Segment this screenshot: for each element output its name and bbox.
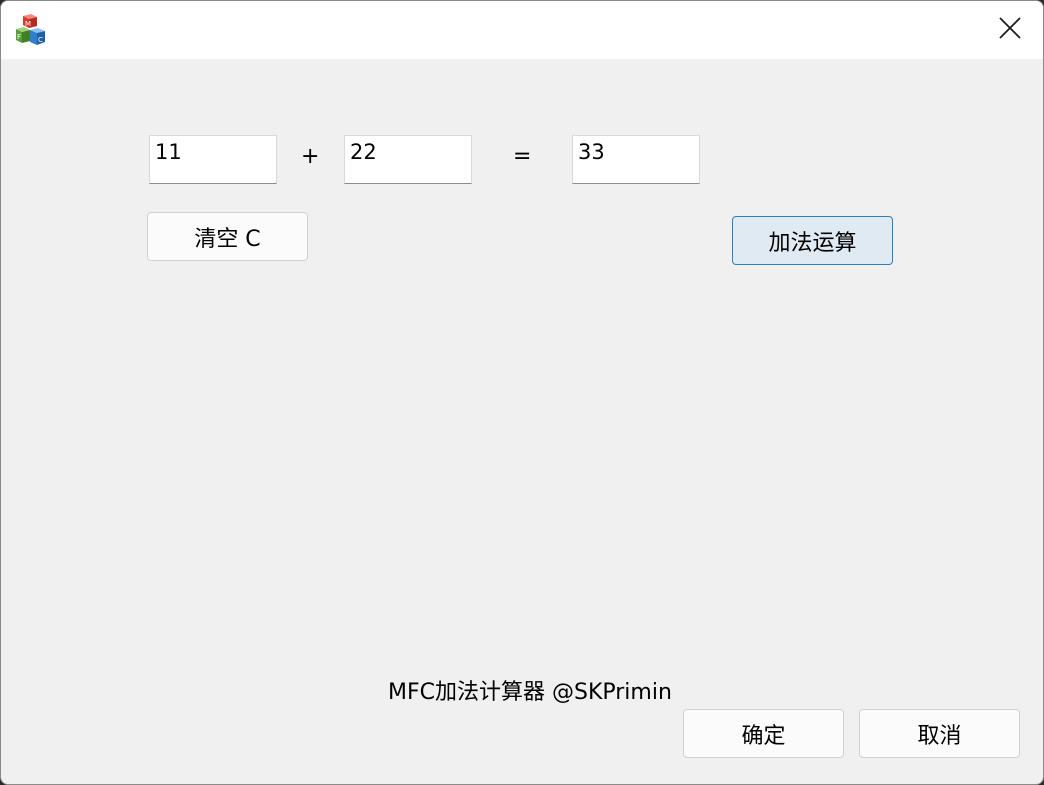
operand1-field[interactable]: 11 xyxy=(149,135,277,184)
result-field[interactable]: 33 xyxy=(572,135,700,184)
operand2-field[interactable]: 22 xyxy=(344,135,472,184)
clear-button[interactable]: 清空 C xyxy=(147,212,308,261)
ok-button[interactable]: 确定 xyxy=(683,709,844,758)
close-button[interactable] xyxy=(977,1,1043,59)
close-icon xyxy=(999,17,1021,43)
svg-text:F: F xyxy=(17,33,21,41)
footer-caption: MFC加法计算器 @SKPrimin xyxy=(388,680,672,705)
plus-sign: + xyxy=(301,144,320,169)
title-bar[interactable]: M F C xyxy=(1,1,1043,59)
add-button[interactable]: 加法运算 xyxy=(732,216,893,265)
dialog-window: M F C 11 + 22 = 33 清空 C 加法运算 MFC加法计算器 @S… xyxy=(0,0,1044,785)
mfc-app-icon: M F C xyxy=(15,14,47,46)
svg-text:M: M xyxy=(25,20,31,28)
equals-sign: = xyxy=(513,144,532,169)
svg-text:C: C xyxy=(38,36,43,44)
cancel-button[interactable]: 取消 xyxy=(859,709,1020,758)
